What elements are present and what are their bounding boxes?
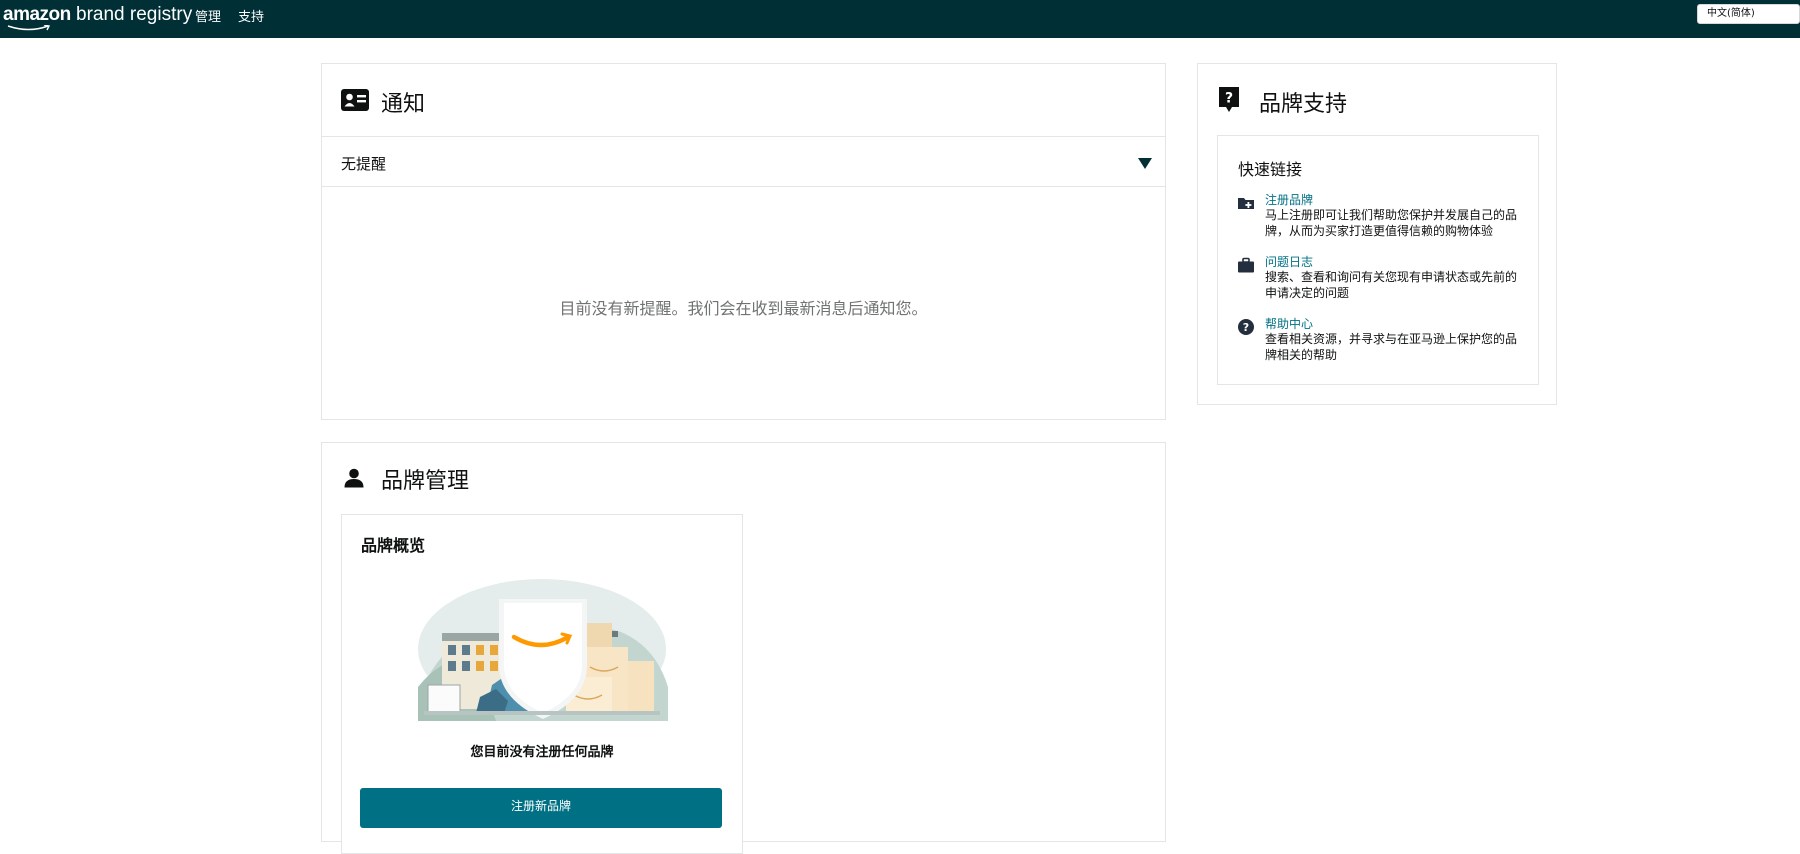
brand-management-title: 品牌管理	[381, 469, 470, 494]
help-center-link[interactable]: 帮助中心	[1265, 315, 1313, 332]
svg-text:?: ?	[1243, 321, 1249, 334]
brand-protection-illustration	[418, 579, 668, 721]
logo-product-text: brand registry	[76, 4, 193, 25]
quick-links-title: 快速链接	[1238, 160, 1303, 179]
amazon-smile-icon	[7, 25, 51, 31]
quick-links-panel: 快速链接 注册品牌 马上注册即可让我们帮助您保护并发展自己的品牌，从而为买家打造…	[1217, 135, 1539, 385]
top-navigation-bar: amazon brand registry 管理 支持 中文(简体)	[0, 0, 1800, 38]
brand-support-card: ? 品牌支持 快速链接 注册品牌 马上注册即可让我们帮助您保护并发展自己的品牌，…	[1197, 63, 1557, 405]
register-brand-link[interactable]: 注册品牌	[1265, 191, 1313, 208]
brand-support-title: 品牌支持	[1259, 92, 1348, 117]
notifications-card: 通知 无提醒 目前没有新提醒。我们会在收到最新消息后通知您。	[321, 63, 1166, 420]
nav-support[interactable]: 支持	[238, 6, 264, 25]
brand-management-card: 品牌管理 品牌概览 您目前没有注册任何品牌 注册新品牌	[321, 442, 1166, 854]
language-selector[interactable]: 中文(简体)	[1697, 4, 1800, 24]
briefcase-icon	[1238, 257, 1254, 273]
case-log-description: 搜索、查看和询问有关您现有申请状态或先前的申请决定的问题	[1265, 270, 1518, 300]
svg-text:?: ?	[1225, 91, 1233, 107]
amazon-brand-registry-logo[interactable]: amazon brand registry	[3, 4, 193, 31]
notifications-title: 通知	[381, 92, 426, 117]
person-icon	[344, 468, 364, 488]
nav-manage[interactable]: 管理	[195, 6, 221, 25]
help-circle-icon: ?	[1238, 319, 1254, 335]
logo-brand-text: amazon	[3, 4, 71, 25]
no-brand-message: 您目前没有注册任何品牌	[470, 745, 614, 760]
help-speech-bubble-icon: ?	[1219, 87, 1239, 112]
brand-overview-title: 品牌概览	[361, 536, 426, 555]
caret-down-icon[interactable]	[1138, 158, 1152, 169]
filter-divider	[322, 186, 1165, 187]
empty-notifications-message: 目前没有新提醒。我们会在收到最新消息后通知您。	[559, 299, 928, 318]
header-divider	[322, 136, 1165, 137]
folder-plus-icon	[1238, 198, 1254, 209]
brand-overview-panel: 品牌概览 您目前没有注册任何品牌 注册新品牌	[341, 514, 743, 854]
register-new-brand-button[interactable]: 注册新品牌	[360, 788, 722, 828]
id-card-icon	[341, 89, 369, 111]
case-log-link[interactable]: 问题日志	[1265, 253, 1313, 270]
notification-filter-label[interactable]: 无提醒	[341, 153, 386, 174]
help-center-description: 查看相关资源，并寻求与在亚马逊上保护您的品牌相关的帮助	[1265, 332, 1518, 362]
register-brand-description: 马上注册即可让我们帮助您保护并发展自己的品牌，从而为买家打造更值得信赖的购物体验	[1265, 208, 1518, 238]
